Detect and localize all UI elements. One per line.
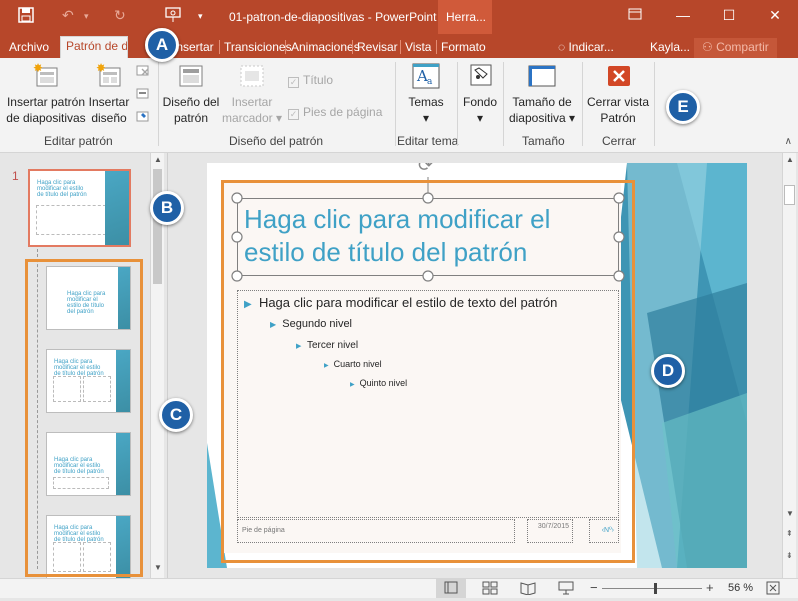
zoom-slider-handle[interactable] [654,583,657,594]
slide-size-button[interactable]: Tamaño de diapositiva ▾ [505,62,579,126]
insert-layout-icon: ✸ [94,61,124,90]
previous-slide-icon[interactable]: ⇞ [786,529,793,538]
close-master-view-button[interactable]: Cerrar vista Patrón [585,62,651,126]
svg-text:✸: ✸ [33,62,43,75]
start-slideshow-icon[interactable] [164,7,182,26]
group-label-edit-master: Editar patrón [44,134,113,148]
zoom-level[interactable]: 56 % [728,582,753,594]
save-icon[interactable] [18,7,34,26]
redo-icon[interactable]: ↻ [114,7,126,24]
background-button[interactable]: Fondo ▾ [460,62,500,126]
master-layout-button[interactable]: Diseño del patrón [160,62,222,126]
scroll-up-icon[interactable]: ▲ [786,155,794,164]
share-button[interactable]: ⚇ Compartir [694,38,777,58]
scroll-up-icon[interactable]: ▲ [154,155,162,164]
callout-b: B [150,191,184,225]
callout-e: E [666,90,700,124]
preserve-icon[interactable] [136,110,150,127]
thumbnail-body-placeholder [36,205,106,235]
normal-view-icon[interactable] [436,578,466,598]
thumbnail-decoration [105,171,129,245]
master-layout-icon [176,62,206,90]
group-label-close: Cerrar [602,134,637,148]
insert-layout-button[interactable]: ✸ Insertar diseño [86,61,132,126]
background-icon [465,62,495,90]
group-label-size: Tamaño [522,134,565,148]
svg-text:a: a [427,77,433,87]
tab-slide-master[interactable]: Patrón de d [60,36,128,58]
user-account[interactable]: Kayla... [645,38,695,58]
insert-slide-master-button[interactable]: ✸ Insertar patrón de diapositivas [4,61,88,126]
callout-d: D [651,354,685,388]
scroll-down-icon[interactable]: ▼ [786,509,794,518]
slide-sorter-icon[interactable] [482,581,498,598]
slideshow-view-icon[interactable] [558,581,574,598]
callout-a: A [145,28,179,62]
master-thumbnail[interactable]: Haga clic para modificar el estilo de tí… [28,169,131,247]
ribbon-tabs: Archivo Patrón de d Insertar Transicione… [0,34,798,58]
layout-thumbnails-highlight [25,259,143,577]
insert-placeholder-button[interactable]: Insertar marcador ▾ [220,62,284,126]
undo-icon[interactable]: ↶ [62,7,74,24]
callout-c: C [159,398,193,432]
contextual-tab-group: Herra... [438,0,492,34]
zoom-out-icon[interactable]: − [590,580,598,595]
minimize-icon[interactable]: — [672,7,694,23]
tab-view[interactable]: Vista [400,38,436,58]
next-slide-icon[interactable]: ⇟ [786,551,793,560]
slide-size-icon [527,62,557,90]
reading-view-icon[interactable] [520,581,536,598]
collapse-ribbon-icon[interactable]: ∧ [785,136,792,147]
rotate-handle-icon[interactable]: ⟳ [418,163,433,176]
tab-format[interactable]: Formato [436,38,491,58]
themes-button[interactable]: Aa Temas ▾ [400,62,452,126]
checkbox-box: ✓ [288,77,299,88]
group-label-edit-theme: Editar tema [397,134,459,148]
zoom-slider[interactable] [602,588,702,589]
insert-placeholder-icon [237,62,267,90]
title-bar: ↶ ▾ ↻ ▾ 01-patron-de-diapositivas - Powe… [0,0,798,34]
lightbulb-icon: ◌ [558,40,569,54]
rename-icon[interactable] [136,87,150,104]
status-bar: − + 56 % [0,578,798,598]
tab-review[interactable]: Revisar [352,38,403,58]
window-title: 01-patron-de-diapositivas - PowerPoint [229,10,437,24]
zoom-in-icon[interactable]: + [706,580,714,595]
slide-scrollbar[interactable]: ▲ ▼ ⇞ ⇟ [782,153,796,578]
maximize-icon[interactable]: ☐ [718,7,740,24]
undo-dropdown-icon[interactable]: ▾ [84,11,89,22]
customize-qat-icon[interactable]: ▾ [198,11,203,22]
close-master-icon [603,62,633,90]
scrollbar-thumb[interactable] [784,185,795,205]
themes-icon: Aa [411,62,441,90]
slide-number: 1 [12,169,19,183]
tab-file[interactable]: Archivo [4,38,54,58]
scroll-down-icon[interactable]: ▼ [154,563,162,572]
tell-me-search[interactable]: ◌ Indicar... [553,38,619,58]
slide-master-highlight [221,180,635,563]
svg-text:✸: ✸ [96,62,106,75]
person-icon: ⚇ [702,40,717,54]
fit-to-window-icon[interactable] [766,581,780,598]
group-label-master-layout: Diseño del patrón [229,134,324,148]
scrollbar-thumb[interactable] [153,169,162,284]
close-window-icon[interactable]: ✕ [764,7,786,24]
insert-slide-master-icon: ✸ [31,61,61,90]
checkbox-box: ✓ [288,109,299,120]
ribbon-display-options-icon[interactable] [624,7,646,23]
delete-slide-icon[interactable] [136,64,150,81]
title-checkbox[interactable]: ✓ Título [288,73,333,88]
footers-checkbox[interactable]: ✓ Pies de página [288,105,382,120]
